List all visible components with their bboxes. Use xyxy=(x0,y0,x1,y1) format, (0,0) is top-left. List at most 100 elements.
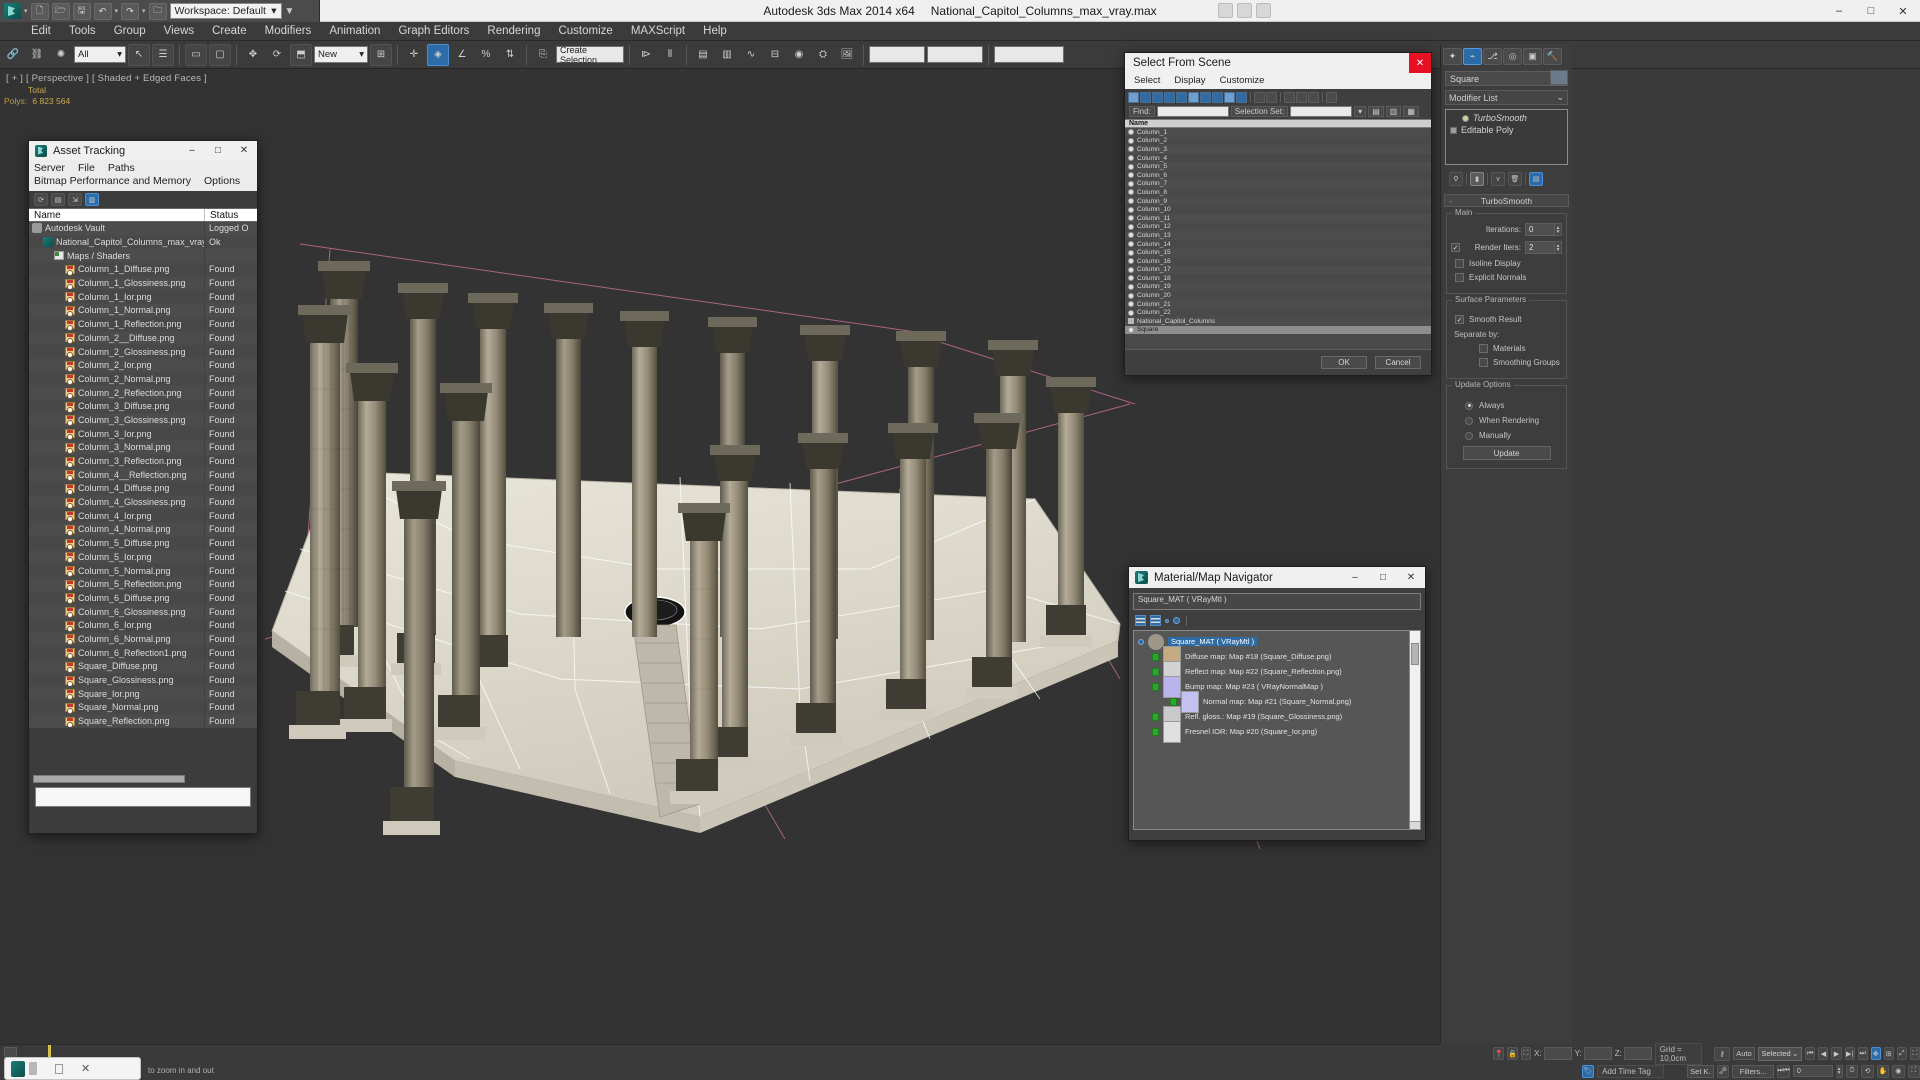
key-mode-toggle-icon[interactable]: ⚷ xyxy=(1713,1046,1731,1061)
material-editor-icon[interactable]: ◉ xyxy=(788,44,810,66)
scene-object-row[interactable]: Column_10 xyxy=(1125,205,1431,214)
workspace-selector[interactable]: Workspace: Default ▾ xyxy=(169,3,282,19)
base-object-icon[interactable] xyxy=(1450,126,1457,134)
asset-row[interactable]: Column_4_Ior.png Found xyxy=(29,509,257,524)
modifier-stack-item[interactable]: Editable Poly xyxy=(1448,124,1565,136)
select-from-scene-column-header[interactable]: Name xyxy=(1125,119,1431,128)
edit-named-selection-sets-icon[interactable]: ⎘ xyxy=(532,44,554,66)
sign-in-icon[interactable] xyxy=(1237,3,1252,18)
smoothing-groups-checkbox[interactable] xyxy=(1479,358,1488,367)
add-time-tag-icon[interactable]: 🏷 xyxy=(1581,1064,1595,1078)
zoom-region-icon[interactable]: ⊞ xyxy=(1883,1047,1894,1060)
asset-row[interactable]: Square_Normal.png Found xyxy=(29,701,257,715)
scrollbar-thumb[interactable] xyxy=(33,775,185,783)
when-rendering-radio[interactable] xyxy=(1465,416,1473,425)
map-enabled-icon[interactable] xyxy=(1152,727,1159,736)
asset-menu-file[interactable]: File xyxy=(78,162,95,175)
scene-object-row[interactable]: Column_12 xyxy=(1125,222,1431,232)
menu-item-rendering[interactable]: Rendering xyxy=(478,23,549,39)
time-configuration-icon[interactable]: ⏱ xyxy=(1845,1064,1859,1078)
sfs-menu-display[interactable]: Display xyxy=(1174,75,1205,86)
layer-manager-icon[interactable]: ▤ xyxy=(692,44,714,66)
scene-object-row[interactable]: Column_18 xyxy=(1125,274,1431,283)
viewport-label[interactable]: [ + ] [ Perspective ] [ Shaded + Edged F… xyxy=(6,73,207,84)
select-and-move-icon[interactable]: ✥ xyxy=(242,44,264,66)
menu-item-animation[interactable]: Animation xyxy=(320,23,389,39)
asset-tracking-minimize[interactable]: – xyxy=(179,141,205,160)
render-preset-field[interactable] xyxy=(869,46,925,63)
modifier-stack-item[interactable]: TurboSmooth xyxy=(1448,112,1565,124)
column-header-name[interactable]: Name xyxy=(29,209,205,221)
restore-thumbnail-icon[interactable] xyxy=(55,1063,63,1074)
asset-row[interactable]: Column_6_Diffuse.png Found xyxy=(29,591,257,606)
make-unique-icon[interactable]: ⋎ xyxy=(1491,172,1505,186)
list-plus-icon[interactable] xyxy=(1150,615,1161,626)
asset-row[interactable]: Column_3_Ior.png Found xyxy=(29,427,257,441)
collapse-all-icon[interactable] xyxy=(1296,91,1307,103)
absolute-mode-icon[interactable]: ⛶ xyxy=(1520,1047,1531,1060)
checkbox-smoothing-groups[interactable]: Smoothing Groups xyxy=(1479,358,1562,367)
scene-object-row[interactable]: Square xyxy=(1125,325,1431,335)
asset-row[interactable]: Column_1_Normal.png Found xyxy=(29,304,257,318)
auto-key-button[interactable]: Auto xyxy=(1733,1047,1755,1060)
close-button[interactable]: ✕ xyxy=(1888,1,1918,21)
window-crossing-icon[interactable]: ▢ xyxy=(209,43,231,66)
select-subtree-icon[interactable] xyxy=(1308,91,1319,103)
render-iters-input[interactable]: 2 xyxy=(1525,241,1555,254)
time-ruler[interactable] xyxy=(26,1045,1440,1060)
asset-tracking-horizontal-scrollbar[interactable] xyxy=(29,774,257,784)
rollout-header-turbosmooth[interactable]: TurboSmooth xyxy=(1444,194,1569,207)
go-to-start-icon[interactable]: ⏮ xyxy=(1805,1047,1816,1060)
asset-row[interactable]: Column_3_Diffuse.png Found xyxy=(29,399,257,414)
menu-item-maxscript[interactable]: MAXScript xyxy=(622,23,694,39)
material-tree-node[interactable]: Fresnel IOR: Map #20 (Square_Ior.png) xyxy=(1134,720,1420,743)
asset-row[interactable]: Column_2_Reflection.png Found xyxy=(29,386,257,400)
current-material-field[interactable]: Square_MAT ( VRayMtl ) xyxy=(1133,593,1421,610)
display-bones-icon[interactable] xyxy=(1236,91,1247,103)
key-mode-icon[interactable]: ⏭⏮ xyxy=(1777,1064,1791,1078)
display-children-icon[interactable] xyxy=(1254,91,1265,103)
tab-create[interactable]: ✦ xyxy=(1443,48,1462,65)
x-coordinate-field[interactable]: X: xyxy=(1534,1047,1572,1060)
material-navigator-scrollbar[interactable] xyxy=(1409,631,1420,829)
scene-object-row[interactable]: Column_13 xyxy=(1125,231,1431,240)
go-to-end-icon[interactable]: ⏭ xyxy=(1857,1047,1868,1060)
y-coordinate-field[interactable]: Y: xyxy=(1575,1047,1612,1060)
snap-toggle-icon[interactable]: ◈ xyxy=(427,43,449,66)
asset-row[interactable]: Column_4__Reflection.png Found xyxy=(29,468,257,483)
selection-filter-dropdown[interactable]: All ▾ xyxy=(74,46,126,63)
map-enabled-icon[interactable] xyxy=(1152,682,1159,691)
scene-object-row[interactable]: Column_11 xyxy=(1125,213,1431,223)
named-selection-set-field[interactable]: Create Selection xyxy=(556,45,624,65)
asset-row[interactable]: Column_1_Ior.png Found xyxy=(29,290,257,305)
orbit-icon[interactable]: ⟲ xyxy=(1861,1064,1874,1078)
material-navigator-minimize[interactable]: – xyxy=(1341,567,1369,588)
z-coordinate-field[interactable]: Z: xyxy=(1615,1047,1652,1060)
asset-tracking-close[interactable]: ✕ xyxy=(231,141,257,160)
asset-row[interactable]: Column_6_Ior.png Found xyxy=(29,618,257,633)
help-icon[interactable] xyxy=(1256,3,1271,18)
asset-row[interactable]: Autodesk Vault Logged O xyxy=(29,222,257,236)
select-from-scene-list[interactable]: Column_1 Column_2 Column_3 Column_4 Column_5… xyxy=(1125,128,1431,350)
workspace-overflow-icon[interactable]: ▼ xyxy=(285,6,295,17)
zoom-extents-icon[interactable]: ⤢ xyxy=(1896,1047,1907,1060)
redo-icon[interactable]: ↷ xyxy=(121,2,140,20)
cancel-button[interactable]: Cancel xyxy=(1375,356,1421,369)
material-navigator-maximize[interactable]: □ xyxy=(1369,567,1397,588)
bind-space-warp-icon[interactable]: ✺ xyxy=(50,44,72,66)
selection-set-input[interactable] xyxy=(1290,106,1353,117)
asset-row[interactable]: Column_1_Glossiness.png Found xyxy=(29,276,257,291)
open-file-icon[interactable]: 🗁 xyxy=(51,2,70,20)
sort-icon[interactable] xyxy=(1326,91,1337,103)
scene-object-row[interactable]: Column_8 xyxy=(1125,188,1431,197)
play-animation-icon[interactable]: ▶ xyxy=(1831,1047,1842,1060)
taskbar-thumbnail-popup[interactable]: ✕ xyxy=(4,1057,141,1080)
scene-object-row[interactable]: Column_7 xyxy=(1125,179,1431,189)
menu-item-modifiers[interactable]: Modifiers xyxy=(256,23,321,39)
project-folder-icon[interactable]: 🗀 xyxy=(148,2,167,20)
display-shapes-icon[interactable] xyxy=(1152,91,1163,103)
scrollbar-thumb[interactable] xyxy=(1411,643,1419,665)
asset-menu-options[interactable]: Options xyxy=(204,175,240,188)
menu-item-graph-editors[interactable]: Graph Editors xyxy=(389,23,478,39)
asset-row[interactable]: Column_3_Glossiness.png Found xyxy=(29,413,257,428)
